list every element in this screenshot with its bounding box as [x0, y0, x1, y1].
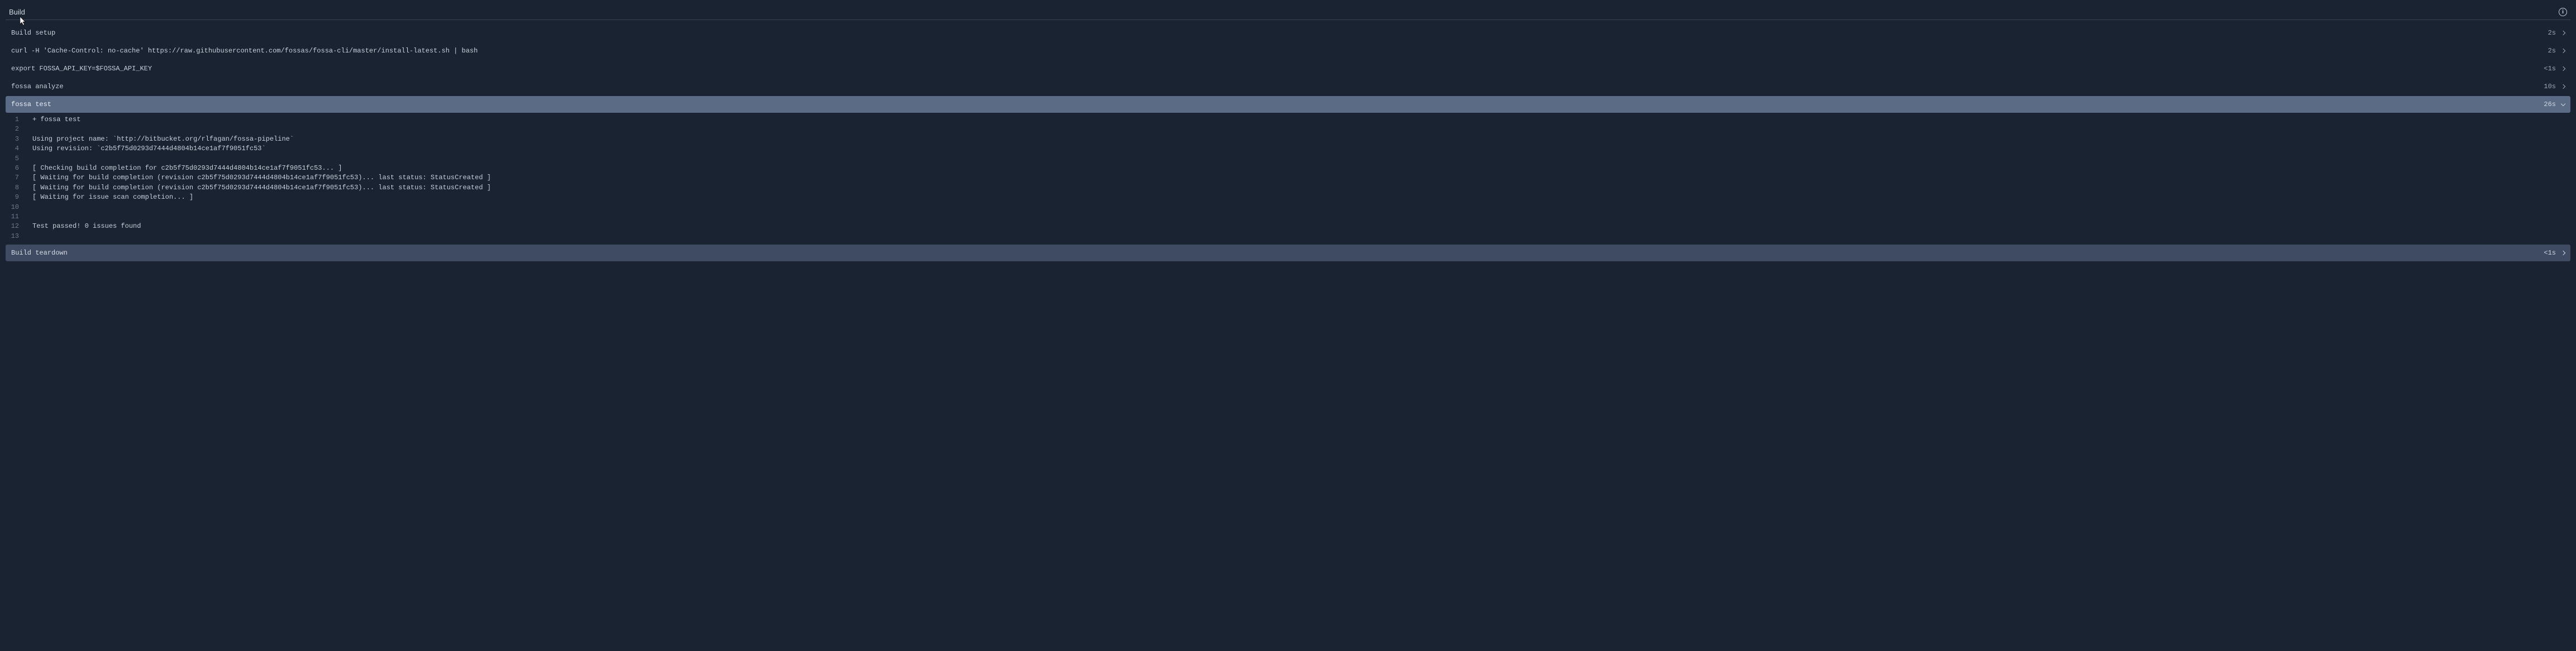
log-line: 2: [6, 125, 2570, 134]
step-duration: 26s: [2544, 100, 2556, 108]
step-command: Build setup: [11, 29, 55, 37]
log-line: 11: [6, 212, 2570, 222]
chevron-right-icon: [2561, 49, 2565, 53]
chevron-down-icon: [2561, 102, 2565, 106]
log-line-text: [ Waiting for issue scan completion... ]: [32, 193, 193, 202]
step-duration: 10s: [2544, 83, 2556, 90]
chevron-right-icon: [2561, 31, 2565, 35]
chevron-right-icon: [2561, 251, 2565, 255]
step-duration: 2s: [2548, 29, 2556, 37]
log-line: 7[ Waiting for build completion (revisio…: [6, 173, 2570, 183]
log-line-text: Using revision: `c2b5f75d0293d7444d4804b…: [32, 144, 266, 154]
step-export-key[interactable]: export FOSSA_API_KEY=$FOSSA_API_KEY <1s: [6, 60, 2570, 77]
step-duration: 2s: [2548, 47, 2556, 55]
step-meta: 10s: [2544, 83, 2565, 90]
log-line-number: 1: [6, 115, 32, 125]
step-fossa-analyze[interactable]: fossa analyze 10s: [6, 78, 2570, 95]
step-command: curl -H 'Cache-Control: no-cache' https:…: [11, 47, 478, 55]
step-meta: 26s: [2544, 100, 2565, 108]
log-line-number: 3: [6, 135, 32, 144]
log-line: 4Using revision: `c2b5f75d0293d7444d4804…: [6, 144, 2570, 154]
step-curl-install[interactable]: curl -H 'Cache-Control: no-cache' https:…: [6, 42, 2570, 59]
panel-title: Build: [9, 8, 25, 16]
step-meta: <1s: [2544, 65, 2565, 73]
log-line-number: 9: [6, 193, 32, 202]
step-command: Build teardown: [11, 249, 68, 257]
log-line-number: 11: [6, 212, 32, 222]
step-build-teardown[interactable]: Build teardown <1s: [6, 245, 2570, 261]
log-line-number: 12: [6, 222, 32, 231]
log-line-number: 5: [6, 154, 32, 164]
log-line-text: [ Waiting for build completion (revision…: [32, 173, 491, 183]
log-line: 6[ Checking build completion for c2b5f75…: [6, 164, 2570, 173]
step-command: fossa test: [11, 100, 51, 108]
log-line: 10: [6, 203, 2570, 212]
log-line-number: 7: [6, 173, 32, 183]
log-line: 1+ fossa test: [6, 115, 2570, 125]
chevron-right-icon: [2561, 66, 2565, 71]
log-line-text: [ Waiting for build completion (revision…: [32, 183, 491, 193]
log-line-number: 10: [6, 203, 32, 212]
log-line-text: + fossa test: [32, 115, 80, 125]
step-fossa-test[interactable]: fossa test 26s: [6, 96, 2570, 113]
build-panel: Build i Build setup 2s curl -H 'Cache-Co…: [0, 0, 2576, 268]
step-command: export FOSSA_API_KEY=$FOSSA_API_KEY: [11, 65, 152, 73]
log-line: 12Test passed! 0 issues found: [6, 222, 2570, 231]
step-meta: <1s: [2544, 249, 2565, 257]
log-line-number: 8: [6, 183, 32, 193]
log-line-text: Using project name: `http://bitbucket.or…: [32, 135, 294, 144]
log-line-number: 2: [6, 125, 32, 134]
chevron-right-icon: [2561, 84, 2565, 89]
step-meta: 2s: [2548, 47, 2565, 55]
step-build-setup[interactable]: Build setup 2s: [6, 25, 2570, 41]
log-line-text: Test passed! 0 issues found: [32, 222, 141, 231]
info-icon[interactable]: i: [2559, 8, 2567, 16]
log-line: 5: [6, 154, 2570, 164]
log-output: 1+ fossa test 2 3Using project name: `ht…: [6, 114, 2570, 245]
log-line: 9[ Waiting for issue scan completion... …: [6, 193, 2570, 202]
step-meta: 2s: [2548, 29, 2565, 37]
log-line-number: 6: [6, 164, 32, 173]
log-line: 8[ Waiting for build completion (revisio…: [6, 183, 2570, 193]
step-duration: <1s: [2544, 249, 2556, 257]
log-line-number: 13: [6, 232, 32, 241]
log-line-number: 4: [6, 144, 32, 154]
step-command: fossa analyze: [11, 83, 64, 90]
log-line-text: [ Checking build completion for c2b5f75d…: [32, 164, 342, 173]
panel-header: Build i: [6, 6, 2570, 20]
log-line: 13: [6, 232, 2570, 241]
step-duration: <1s: [2544, 65, 2556, 73]
log-line: 3Using project name: `http://bitbucket.o…: [6, 135, 2570, 144]
